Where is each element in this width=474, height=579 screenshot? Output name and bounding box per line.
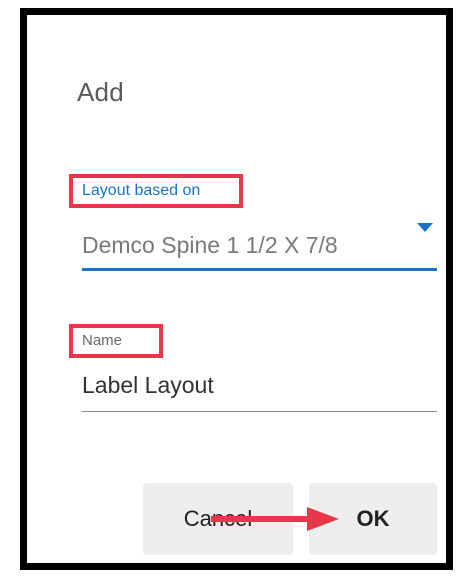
screenshot-frame: Add Layout based on Demco Spine 1 1/2 X … [20, 8, 453, 570]
name-field[interactable]: Name [69, 320, 437, 415]
dialog-title: Add [77, 77, 124, 107]
layout-based-on-select[interactable]: Demco Spine 1 1/2 X 7/8 [82, 232, 338, 259]
name-input[interactable] [82, 372, 432, 399]
layout-based-on-underline [82, 268, 437, 271]
cancel-button[interactable]: Cancel [143, 483, 293, 555]
name-label: Name [82, 332, 123, 349]
ok-button[interactable]: OK [309, 483, 437, 555]
add-layout-dialog: Add Layout based on Demco Spine 1 1/2 X … [27, 15, 446, 563]
layout-based-on-label: Layout based on [82, 182, 201, 199]
name-underline [82, 411, 437, 412]
caret-down-icon[interactable] [417, 223, 433, 232]
layout-based-on-field[interactable]: Layout based on Demco Spine 1 1/2 X 7/8 [69, 172, 437, 272]
